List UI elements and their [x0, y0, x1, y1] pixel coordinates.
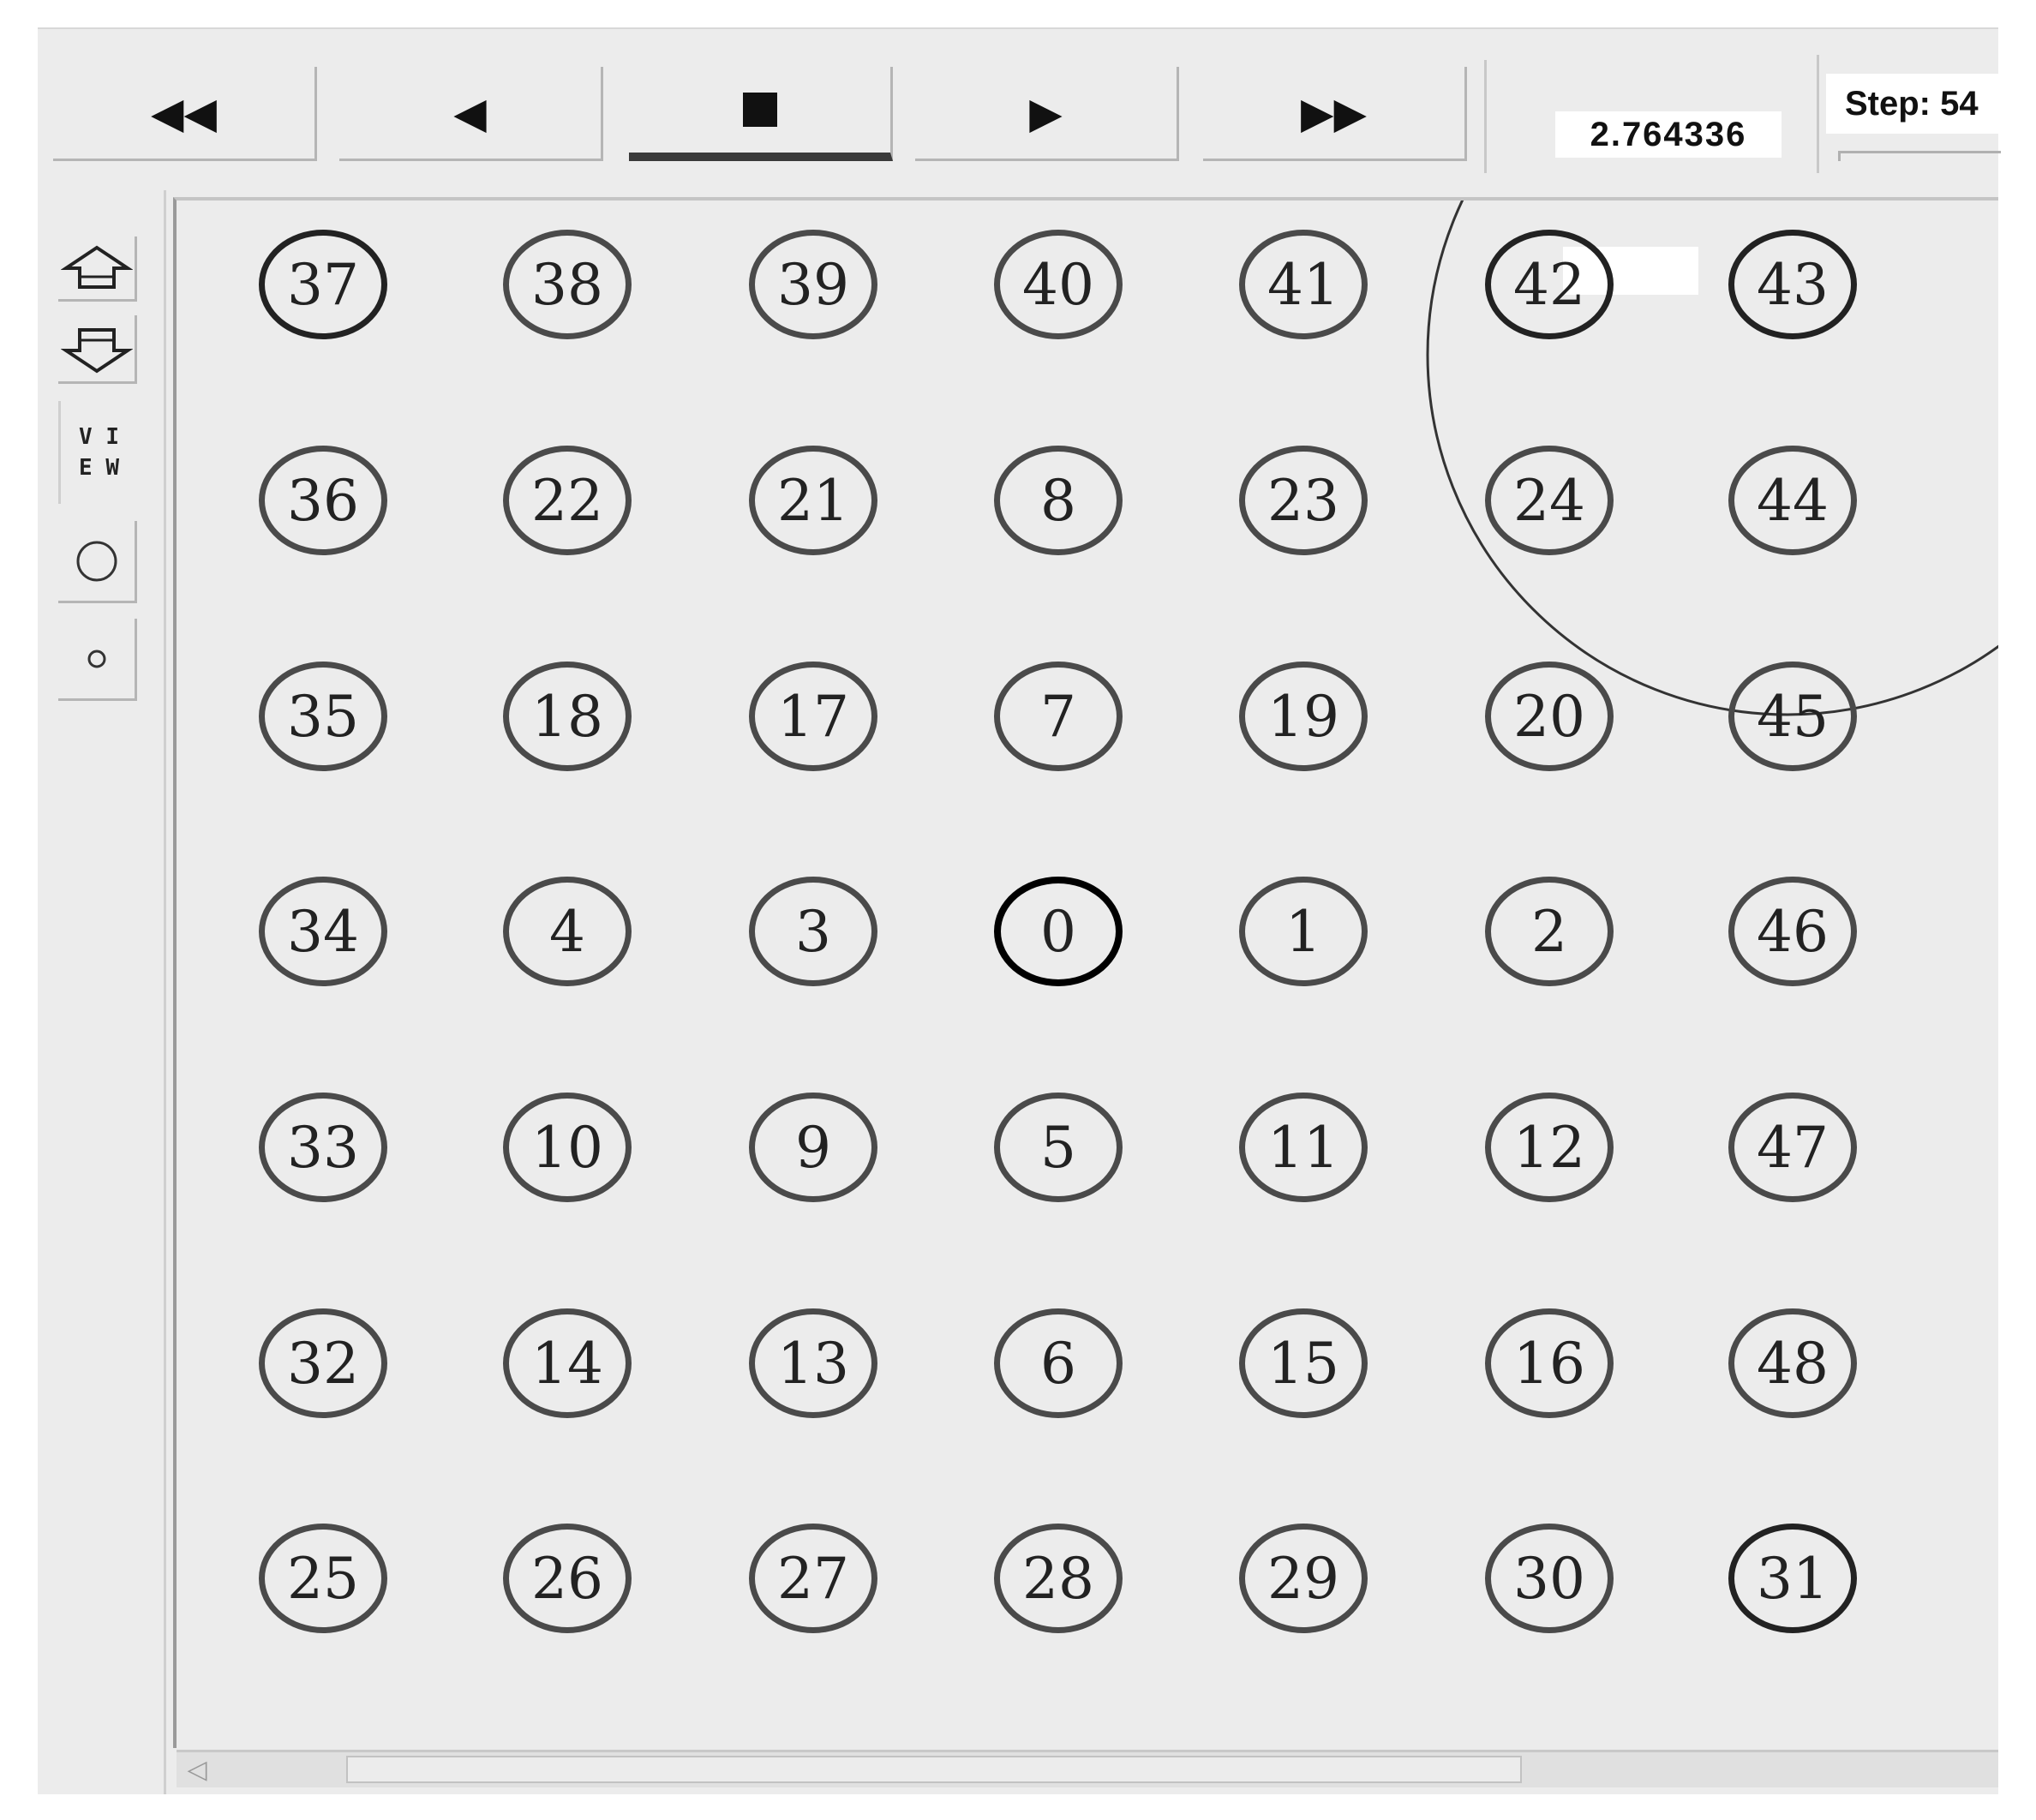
node-3[interactable]: 3 [749, 877, 877, 986]
view-button[interactable]: V I E W [58, 401, 137, 504]
sim-time-panel: 2.764336 [1484, 60, 1810, 173]
node-20[interactable]: 20 [1485, 662, 1614, 771]
network-canvas[interactable]: 37 38 39 40 41 42 43 36 22 21 8 23 24 44 35 18 17 7 19 20 45… [173, 197, 1998, 1748]
step-back-button[interactable]: ◀ [339, 67, 603, 161]
rewind-button[interactable]: ◀◀ [53, 67, 317, 161]
node-27[interactable]: 27 [749, 1524, 877, 1633]
node-31[interactable]: 31 [1728, 1524, 1857, 1633]
step-panel: Step: 54 [1817, 55, 2001, 173]
node-4[interactable]: 4 [503, 877, 632, 986]
node-18[interactable]: 18 [503, 662, 632, 771]
node-14[interactable]: 14 [503, 1308, 632, 1418]
stop-icon [742, 93, 777, 127]
node-15[interactable]: 15 [1239, 1308, 1368, 1418]
node-42[interactable]: 42 [1485, 230, 1614, 339]
playback-toolbar: ◀◀ ◀ ▶ ▶▶ 2.764336 Step: 54 [38, 29, 2001, 173]
node-1[interactable]: 1 [1239, 877, 1368, 986]
node-8[interactable]: 8 [994, 446, 1123, 555]
node-21[interactable]: 21 [749, 446, 877, 555]
zoom-out-arrow-icon [60, 327, 133, 373]
scrollbar-thumb[interactable] [346, 1756, 1522, 1783]
node-34[interactable]: 34 [259, 877, 387, 986]
horizontal-scrollbar[interactable]: ◁ [177, 1750, 1998, 1787]
small-circle-icon [87, 650, 105, 668]
fast-backward-icon: ◀◀ [151, 87, 217, 138]
zoom-out-button[interactable] [58, 315, 137, 384]
node-26[interactable]: 26 [503, 1524, 632, 1633]
node-37[interactable]: 37 [259, 230, 387, 339]
node-41[interactable]: 41 [1239, 230, 1368, 339]
node-46[interactable]: 46 [1728, 877, 1857, 986]
small-node-button[interactable] [58, 619, 137, 701]
node-47[interactable]: 47 [1728, 1093, 1857, 1202]
zoom-in-button[interactable] [58, 236, 137, 302]
fast-forward-icon: ▶▶ [1301, 87, 1367, 138]
view-label-line1: V I [79, 424, 119, 450]
node-13[interactable]: 13 [749, 1308, 877, 1418]
node-25[interactable]: 25 [259, 1524, 387, 1633]
sim-time-readout: 2.764336 [1555, 111, 1782, 158]
node-45[interactable]: 45 [1728, 662, 1857, 771]
node-39[interactable]: 39 [749, 230, 877, 339]
scroll-left-icon[interactable]: ◁ [177, 1752, 218, 1787]
node-33[interactable]: 33 [259, 1093, 387, 1202]
view-controls-panel: V I E W [38, 190, 166, 1794]
node-43[interactable]: 43 [1728, 230, 1857, 339]
node-11[interactable]: 11 [1239, 1093, 1368, 1202]
node-40[interactable]: 40 [994, 230, 1123, 339]
node-24[interactable]: 24 [1485, 446, 1614, 555]
step-back-icon: ◀ [453, 87, 487, 138]
node-2[interactable]: 2 [1485, 877, 1614, 986]
fast-forward-button[interactable]: ▶▶ [1203, 67, 1467, 161]
play-icon: ▶ [1029, 87, 1063, 138]
node-9[interactable]: 9 [749, 1093, 877, 1202]
node-44[interactable]: 44 [1728, 446, 1857, 555]
simulator-window: ◀◀ ◀ ▶ ▶▶ 2.764336 Step: 54 V I E W 37 3… [38, 27, 2001, 1794]
zoom-in-arrow-icon [60, 245, 133, 289]
large-node-button[interactable] [58, 521, 137, 603]
node-29[interactable]: 29 [1239, 1524, 1368, 1633]
node-0[interactable]: 0 [994, 877, 1123, 986]
node-28[interactable]: 28 [994, 1524, 1123, 1633]
node-10[interactable]: 10 [503, 1093, 632, 1202]
node-19[interactable]: 19 [1239, 662, 1368, 771]
stop-button[interactable] [629, 67, 893, 161]
node-12[interactable]: 12 [1485, 1093, 1614, 1202]
node-38[interactable]: 38 [503, 230, 632, 339]
node-32[interactable]: 32 [259, 1308, 387, 1418]
node-7[interactable]: 7 [994, 662, 1123, 771]
node-36[interactable]: 36 [259, 446, 387, 555]
node-6[interactable]: 6 [994, 1308, 1123, 1418]
large-circle-icon [76, 541, 117, 581]
view-label-line2: E W [79, 455, 119, 481]
node-16[interactable]: 16 [1485, 1308, 1614, 1418]
step-counter: Step: 54 [1826, 74, 2001, 134]
node-22[interactable]: 22 [503, 446, 632, 555]
node-48[interactable]: 48 [1728, 1308, 1857, 1418]
play-button[interactable]: ▶ [915, 67, 1179, 161]
node-23[interactable]: 23 [1239, 446, 1368, 555]
node-17[interactable]: 17 [749, 662, 877, 771]
node-35[interactable]: 35 [259, 662, 387, 771]
step-slider[interactable] [1838, 151, 2001, 161]
node-5[interactable]: 5 [994, 1093, 1123, 1202]
node-30[interactable]: 30 [1485, 1524, 1614, 1633]
